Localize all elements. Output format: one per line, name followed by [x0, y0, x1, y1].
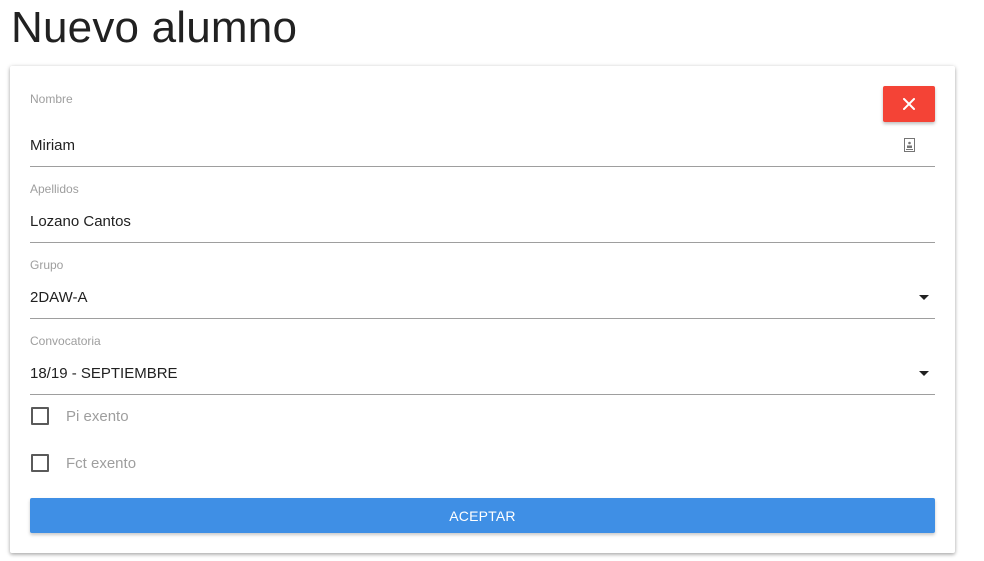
pi-exento-label: Pi exento: [66, 407, 129, 425]
convocatoria-label: Convocatoria: [30, 334, 101, 348]
page-title: Nuevo alumno: [11, 3, 298, 52]
nombre-underline: [30, 166, 935, 167]
student-form-card: Nombre Miriam Apellidos Lozano Cantos Gr…: [10, 66, 955, 553]
fct-exento-checkbox[interactable]: [31, 454, 49, 472]
apellidos-label: Apellidos: [30, 182, 79, 196]
grupo-select[interactable]: 2DAW-A: [30, 289, 88, 306]
fct-exento-label: Fct exento: [66, 454, 137, 472]
convocatoria-select[interactable]: 18/19 - SEPTIEMBRE: [30, 365, 178, 382]
fct-exento-checkbox-row[interactable]: Fct exento: [31, 453, 136, 473]
grupo-underline: [30, 318, 935, 319]
nombre-field[interactable]: Nombre Miriam: [30, 92, 935, 168]
grupo-label: Grupo: [30, 258, 64, 272]
accept-button[interactable]: ACEPTAR: [30, 498, 935, 533]
pi-exento-checkbox[interactable]: [31, 407, 49, 425]
contact-card-icon: [904, 138, 915, 152]
dropdown-arrow-icon[interactable]: [919, 371, 929, 376]
pi-exento-checkbox-row[interactable]: Pi exento: [31, 406, 129, 426]
apellidos-underline: [30, 242, 935, 243]
apellidos-field[interactable]: Apellidos Lozano Cantos: [30, 182, 935, 244]
convocatoria-underline: [30, 394, 935, 395]
dropdown-arrow-icon[interactable]: [919, 295, 929, 300]
nombre-input[interactable]: Miriam: [30, 137, 75, 154]
grupo-field[interactable]: Grupo 2DAW-A: [30, 258, 935, 320]
convocatoria-field[interactable]: Convocatoria 18/19 - SEPTIEMBRE: [30, 334, 935, 396]
nombre-label: Nombre: [30, 92, 73, 106]
apellidos-input[interactable]: Lozano Cantos: [30, 213, 131, 230]
